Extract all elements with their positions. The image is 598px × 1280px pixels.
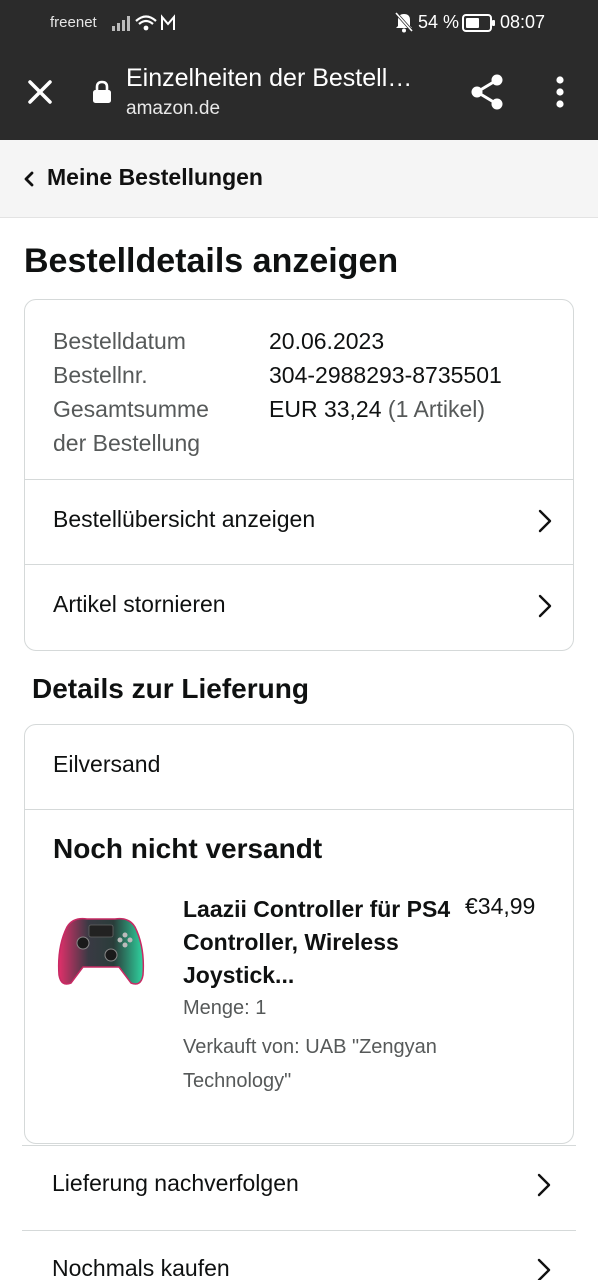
share-icon	[471, 74, 503, 110]
order-total-label-line2: der Bestellung	[53, 430, 201, 456]
buy-again-link[interactable]: Nochmals kaufen	[22, 1230, 576, 1280]
signal-wifi-icon	[112, 12, 180, 39]
buy-again-label: Nochmals kaufen	[52, 1255, 230, 1280]
breadcrumb[interactable]: Meine Bestellungen	[0, 140, 598, 218]
order-date-label: Bestelldatum	[53, 328, 186, 354]
product-quantity: Menge: 1	[183, 997, 267, 1019]
product-price: €34,99	[465, 893, 536, 919]
cancel-items-label: Artikel stornieren	[53, 591, 226, 617]
cancel-items-link[interactable]: Artikel stornieren	[25, 564, 573, 649]
browser-url: amazon.de	[126, 98, 221, 119]
order-date-value: 20.06.2023	[269, 328, 385, 354]
more-options-button[interactable]	[548, 74, 572, 110]
delivery-heading: Details zur Lieferung	[32, 673, 309, 704]
product-name-link[interactable]: Laazii Controller für PS4 Controller, Wi…	[183, 893, 453, 992]
muted-bell-icon	[394, 11, 414, 38]
close-button[interactable]	[22, 74, 58, 110]
chevron-right-icon	[536, 1172, 552, 1203]
more-vertical-icon	[556, 76, 564, 108]
share-button[interactable]	[468, 72, 508, 112]
shipping-type: Eilversand	[53, 751, 161, 777]
browser-page-title: Einzelheiten der Bestell…	[126, 64, 413, 92]
view-order-summary-link[interactable]: Bestellübersicht anzeigen	[25, 479, 573, 564]
chevron-left-icon	[22, 169, 36, 194]
order-summary-card: Bestelldatum 20.06.2023 Bestellnr. 304-2…	[24, 299, 574, 651]
track-delivery-link[interactable]: Lieferung nachverfolgen	[22, 1145, 576, 1231]
shipment-status: Noch nicht versandt	[53, 833, 323, 864]
status-bar: freenet 54 % 08:07	[0, 0, 598, 46]
carrier-name: freenet	[50, 14, 97, 31]
product-seller: Verkauft von: UAB "Zengyan Technology"	[183, 1036, 437, 1092]
chevron-right-icon	[536, 1257, 552, 1280]
lock-icon	[92, 80, 112, 109]
product-image[interactable]	[53, 895, 149, 995]
track-delivery-label: Lieferung nachverfolgen	[52, 1170, 299, 1196]
browser-header: freenet 54 % 08:07 Einzelheiten der Best…	[0, 0, 598, 140]
view-order-summary-label: Bestellübersicht anzeigen	[53, 506, 316, 532]
delivery-card: Eilversand Noch nicht versandt Laazii Co…	[24, 724, 574, 1144]
page-heading: Bestelldetails anzeigen	[24, 242, 399, 280]
clock: 08:07	[500, 12, 546, 32]
order-item-count: (1 Artikel)	[387, 396, 486, 422]
divider	[25, 809, 573, 810]
close-icon	[28, 80, 52, 104]
battery-percent: 54 %	[418, 12, 460, 32]
order-number-label: Bestellnr.	[53, 362, 148, 388]
chevron-right-icon	[537, 508, 553, 539]
breadcrumb-label[interactable]: Meine Bestellungen	[47, 164, 263, 191]
order-number-value: 304-2988293-8735501	[269, 362, 502, 388]
order-total-amount: EUR 33,24	[269, 396, 382, 422]
battery-icon	[462, 13, 496, 38]
chevron-right-icon	[537, 593, 553, 624]
order-total-label: Gesamtsumme	[53, 396, 209, 422]
order-total-value: EUR 33,24 (1 Artikel)	[269, 392, 485, 426]
